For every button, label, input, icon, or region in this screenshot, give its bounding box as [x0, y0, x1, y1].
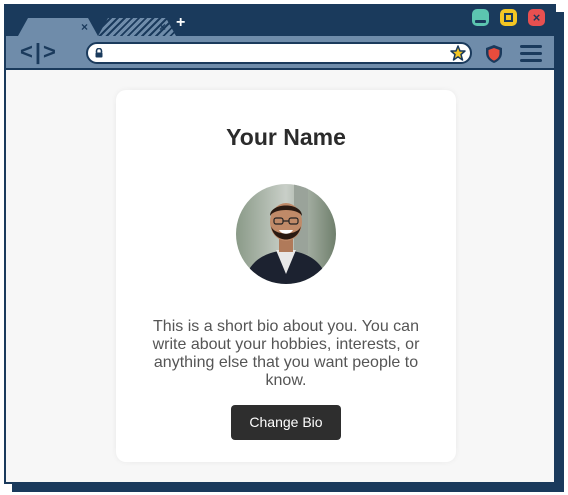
- tab-inactive[interactable]: ×: [98, 18, 176, 36]
- menu-line: [520, 52, 542, 55]
- shield-icon[interactable]: [484, 44, 504, 64]
- profile-photo: [236, 184, 336, 284]
- hamburger-menu-icon[interactable]: [520, 45, 542, 63]
- star-icon[interactable]: [450, 45, 466, 61]
- close-window-icon[interactable]: ×: [528, 9, 545, 26]
- minimize-icon[interactable]: [472, 9, 489, 26]
- avatar-illustration: [236, 184, 336, 284]
- address-bar[interactable]: [86, 42, 472, 64]
- lock-icon: [95, 48, 103, 58]
- close-glyph: ×: [532, 10, 541, 25]
- change-bio-button[interactable]: Change Bio: [231, 405, 341, 440]
- maximize-icon[interactable]: [500, 9, 517, 26]
- tab-close-icon[interactable]: ×: [81, 20, 88, 34]
- menu-line: [520, 59, 542, 62]
- code-nav-icon[interactable]: <|>: [20, 40, 58, 64]
- new-tab-icon[interactable]: +: [176, 14, 185, 32]
- profile-card: Your Name This is a short bio about you.…: [116, 90, 456, 462]
- tab-close-icon[interactable]: ×: [159, 20, 166, 34]
- tab-active[interactable]: ×: [18, 18, 98, 36]
- browser-window: × × + × <|> Your Name This is a short bi…: [4, 4, 556, 484]
- profile-name: Your Name: [226, 124, 346, 150]
- menu-line: [520, 45, 542, 48]
- profile-bio: This is a short bio about you. You can w…: [152, 318, 420, 389]
- browser-toolbar: <|>: [6, 36, 554, 70]
- page-viewport: Your Name This is a short bio about you.…: [6, 70, 554, 482]
- title-bar: × × + ×: [6, 6, 554, 36]
